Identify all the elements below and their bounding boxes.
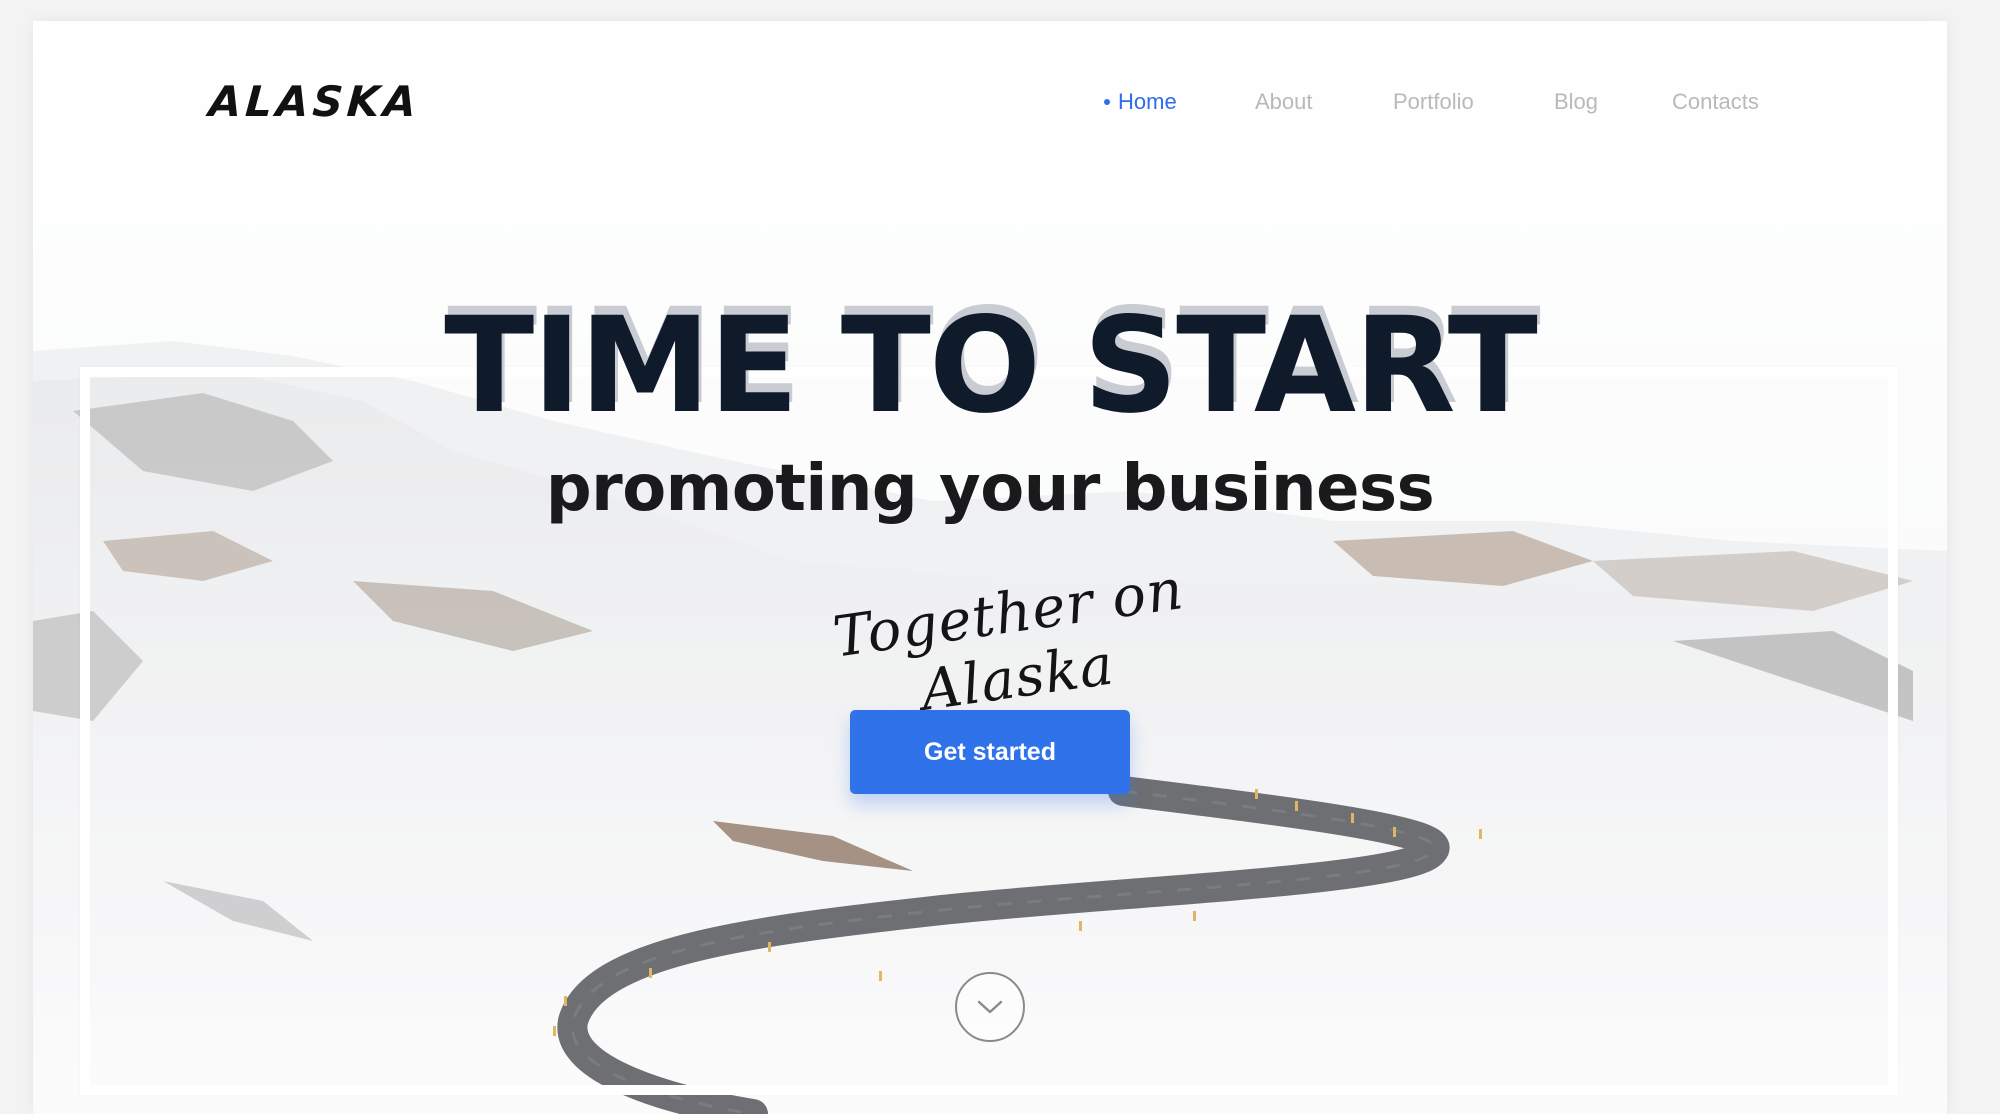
- nav-item-home[interactable]: Home: [1104, 89, 1177, 115]
- get-started-button[interactable]: Get started: [850, 710, 1130, 794]
- hero-title: TIME TO START: [444, 289, 1538, 443]
- scroll-down-button[interactable]: [955, 972, 1025, 1042]
- nav-item-about[interactable]: About: [1255, 89, 1313, 115]
- nav-item-contacts[interactable]: Contacts: [1672, 89, 1759, 115]
- nav-item-portfolio[interactable]: Portfolio: [1393, 89, 1474, 115]
- main-nav: Home About Portfolio Blog Contacts: [33, 89, 1947, 119]
- nav-item-blog[interactable]: Blog: [1554, 89, 1598, 115]
- active-indicator-dot: [1104, 98, 1110, 105]
- chevron-down-icon: [977, 1000, 1003, 1014]
- landing-page: ALASKA Home About Portfolio Blog Contact…: [33, 21, 1947, 1114]
- hero-subtitle: promoting your business: [545, 452, 1435, 526]
- nav-item-label: Home: [1118, 89, 1177, 114]
- hero-background-image: [33, 21, 1947, 1114]
